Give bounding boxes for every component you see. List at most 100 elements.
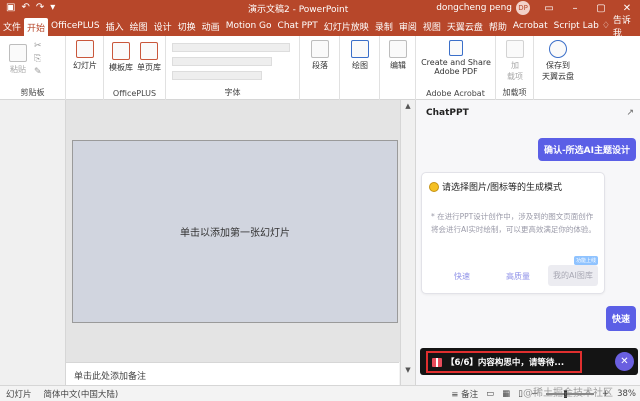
tab-file[interactable]: 文件 [0, 16, 24, 36]
tab-slideshow[interactable]: 幻灯片放映 [321, 16, 372, 36]
tab-review[interactable]: 审阅 [396, 16, 420, 36]
group-paragraph: 段落 [300, 36, 340, 100]
scroll-down-icon[interactable]: ▼ [403, 366, 413, 376]
tab-acrobat[interactable]: Acrobat [510, 16, 551, 36]
paragraph-icon [311, 40, 329, 58]
user-name: dongcheng peng [436, 3, 512, 13]
new-slide-label: 幻灯片 [73, 61, 97, 70]
group-label-font: 字体 [224, 88, 241, 97]
slide-placeholder[interactable]: 单击以添加第一张幻灯片 [72, 140, 398, 323]
option-fast-button[interactable]: 快速 [454, 271, 470, 282]
copy-icon[interactable]: ⎘ [34, 54, 42, 64]
user-message: 确认-所选AI主题设计 [537, 138, 636, 161]
new-slide-icon [76, 40, 94, 58]
clipboard-small-buttons: ✂ ⎘ ✎ [34, 41, 42, 77]
tab-insert[interactable]: 插入 [103, 16, 127, 36]
notes-pane[interactable]: 单击此处添加备注 [66, 362, 399, 385]
template-lib-button[interactable]: 模板库 [108, 42, 134, 73]
language-label[interactable]: 简体中文(中国大陆) [38, 388, 125, 400]
redo-icon[interactable]: ↷ [36, 3, 44, 13]
tab-view[interactable]: 视图 [420, 16, 444, 36]
tianyi-label: 天翼云盘 [542, 72, 574, 81]
tab-chat-ppt[interactable]: Chat PPT [275, 16, 321, 36]
page-lib-label: 单页库 [137, 63, 161, 72]
paragraph-button[interactable]: 段落 [306, 40, 334, 71]
addins-label-1: 加 [511, 61, 519, 70]
undo-icon[interactable]: ↶ [21, 3, 29, 13]
font-format-row[interactable] [172, 57, 272, 66]
group-label-addins: 加载项 [502, 88, 527, 97]
sorter-view-icon[interactable]: ▦ [502, 389, 510, 399]
template-lib-icon [112, 42, 130, 60]
page-lib-button[interactable]: 单页库 [136, 42, 162, 73]
panel-title: ChatPPT [426, 108, 469, 118]
tab-home[interactable]: 开始 [24, 18, 49, 36]
mode-selection-card: 请选择图片/图标等的生成模式 * 在进行PPT设计创作中，涉及到的图文页面创作将… [421, 172, 605, 294]
close-icon[interactable]: ✕ [614, 3, 640, 14]
chatppt-panel: ChatPPT ↗ 确认-所选AI主题设计 请选择图片/图标等的生成模式 * 在… [415, 100, 640, 385]
addins-icon [506, 40, 524, 58]
window-controls: ▭ – ▢ ✕ [536, 3, 640, 14]
vertical-scrollbar[interactable]: ▲ ▼ [400, 100, 415, 385]
stop-button[interactable]: ✕ [615, 352, 634, 371]
ribbon: 粘贴 ✂ ⎘ ✎ 剪贴板 幻灯片 模板库 单页库 OfficePLUS 字体 段… [0, 36, 640, 100]
editing-button[interactable]: 编辑 [384, 40, 412, 71]
group-label-acrobat: Adobe Acrobat [426, 89, 485, 98]
scroll-up-icon[interactable]: ▲ [403, 102, 413, 112]
font-color-row[interactable] [172, 71, 262, 80]
card-title-text: 请选择图片/图标等的生成模式 [442, 183, 563, 193]
lightbulb-icon: ♢ [601, 21, 610, 31]
group-tianyi: 保存到 天翼云盘 [534, 36, 582, 100]
normal-view-icon[interactable]: ▭ [486, 389, 494, 399]
notes-toggle[interactable]: ≡ 备注 [451, 388, 478, 400]
gift-icon [432, 357, 442, 367]
card-description: * 在进行PPT设计创作中，涉及到的图文页面创作将会进行AI实时绘制，可以更高效… [431, 212, 596, 234]
slide-placeholder-text: 单击以添加第一张幻灯片 [180, 228, 290, 239]
maximize-icon[interactable]: ▢ [588, 3, 614, 14]
group-slides: 幻灯片 [66, 36, 104, 100]
new-slide-button[interactable]: 幻灯片 [70, 40, 100, 71]
customize-icon[interactable]: ▾ [50, 3, 55, 13]
tab-record[interactable]: 录制 [372, 16, 396, 36]
user-account[interactable]: dongcheng peng DP [436, 1, 530, 15]
font-name-box[interactable] [172, 43, 290, 52]
save-to-tianyi-button[interactable]: 保存到 天翼云盘 [536, 40, 580, 82]
group-label-officeplus: OfficePLUS [112, 89, 157, 98]
option-high-quality-button[interactable]: 高质量 [506, 271, 530, 282]
drawing-button[interactable]: 绘图 [346, 40, 374, 71]
panel-expand-icon[interactable]: ↗ [626, 108, 634, 118]
quick-access-toolbar: ▣ ↶ ↷ ▾ [0, 3, 160, 13]
adobe-pdf-label: Adobe PDF [434, 67, 478, 76]
group-addins: 加 载项 加载项 [496, 36, 534, 100]
slide-thumbnail-pane[interactable] [0, 100, 66, 385]
tab-tianyi-cloud[interactable]: 天翼云盘 [444, 16, 486, 36]
tell-me[interactable]: ♢ 告诉我 [601, 16, 640, 39]
addins-button[interactable]: 加 载项 [500, 40, 530, 82]
tab-animations[interactable]: 动画 [199, 16, 223, 36]
status-text: 【6/6】内容构思中，请等待... [446, 358, 565, 368]
ribbon-options-icon[interactable]: ▭ [536, 3, 562, 14]
option-my-ai-library-button[interactable]: 我的AI图库 [548, 265, 598, 286]
tab-draw[interactable]: 绘图 [127, 16, 151, 36]
paste-button[interactable]: 粘贴 [6, 44, 30, 75]
cut-icon[interactable]: ✂ [34, 41, 42, 51]
format-painter-icon[interactable]: ✎ [34, 67, 42, 77]
tab-transitions[interactable]: 切换 [175, 16, 199, 36]
create-share-pdf-button[interactable]: Create and Share Adobe PDF [418, 40, 494, 76]
zoom-level[interactable]: 38% [617, 389, 636, 399]
notes-placeholder: 单击此处添加备注 [74, 372, 147, 382]
tab-design[interactable]: 设计 [151, 16, 175, 36]
tab-help[interactable]: 帮助 [486, 16, 510, 36]
editing-label: 编辑 [390, 61, 406, 70]
notes-toggle-label: 备注 [461, 389, 479, 400]
group-label-clipboard: 剪贴板 [20, 88, 45, 97]
tab-script-lab[interactable]: Script Lab [551, 16, 602, 36]
addins-label-2: 载项 [507, 72, 523, 81]
minimize-icon[interactable]: – [562, 3, 588, 14]
tab-officeplus[interactable]: OfficePLUS [48, 16, 103, 36]
group-acrobat: Create and Share Adobe PDF Adobe Acrobat [416, 36, 496, 100]
save-icon[interactable]: ▣ [6, 3, 15, 13]
find-icon [389, 40, 407, 58]
option-badge: 功能上线 [573, 256, 598, 265]
tab-motion-go[interactable]: Motion Go [223, 16, 275, 36]
